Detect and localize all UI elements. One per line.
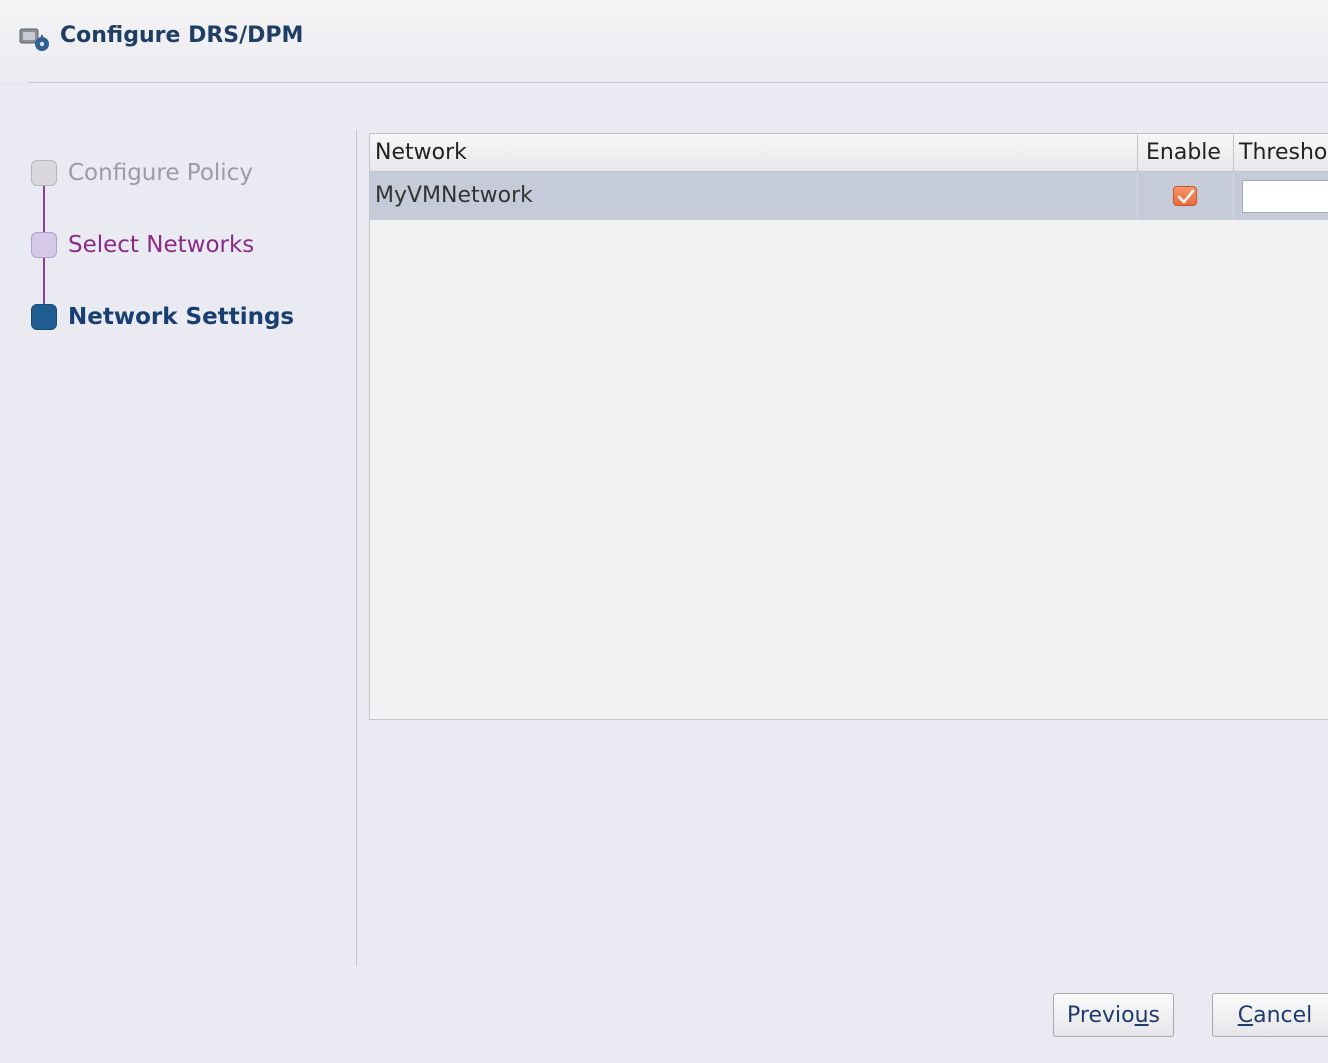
step-indicator bbox=[31, 160, 57, 186]
column-header-enable[interactable]: Enable bbox=[1138, 134, 1234, 172]
cancel-label-end: ancel bbox=[1253, 1003, 1313, 1028]
title-bar: Configure DRS/DPM bbox=[0, 0, 1328, 82]
step-indicator bbox=[31, 232, 57, 258]
previous-label-start: Previo bbox=[1067, 1003, 1135, 1028]
column-header-network[interactable]: Network bbox=[370, 134, 1138, 172]
step-label: Select Networks bbox=[68, 232, 255, 258]
step-label: Network Settings bbox=[68, 304, 295, 330]
dialog-title: Configure DRS/DPM bbox=[60, 23, 304, 48]
table-header: Network Enable Thresho bbox=[370, 134, 1328, 172]
wizard-steps: Configure Policy Select Networks Network… bbox=[0, 150, 350, 350]
network-cell: MyVMNetwork bbox=[370, 172, 1138, 220]
enable-checkbox[interactable] bbox=[1173, 186, 1197, 206]
threshold-cell bbox=[1234, 172, 1328, 220]
cancel-mnemonic: C bbox=[1237, 1003, 1254, 1028]
table-row[interactable]: MyVMNetwork bbox=[370, 172, 1328, 220]
title-divider bbox=[28, 82, 1328, 83]
previous-mnemonic: u bbox=[1134, 1003, 1149, 1028]
network-table: Network Enable Thresho MyVMNetwork bbox=[369, 133, 1328, 720]
threshold-input[interactable] bbox=[1242, 180, 1328, 213]
step-indicator bbox=[31, 304, 57, 330]
checkmark-icon bbox=[1177, 189, 1195, 204]
vm-config-icon bbox=[18, 22, 54, 52]
step-connector bbox=[43, 186, 45, 232]
previous-button[interactable]: Previous bbox=[1053, 993, 1174, 1037]
step-label: Configure Policy bbox=[68, 160, 253, 186]
steps-divider bbox=[356, 130, 357, 966]
previous-label-end: s bbox=[1148, 1003, 1160, 1028]
column-header-threshold[interactable]: Thresho bbox=[1234, 134, 1328, 172]
cancel-button[interactable]: Cancel bbox=[1212, 993, 1328, 1037]
step-connector bbox=[43, 258, 45, 304]
enable-cell bbox=[1138, 172, 1234, 220]
